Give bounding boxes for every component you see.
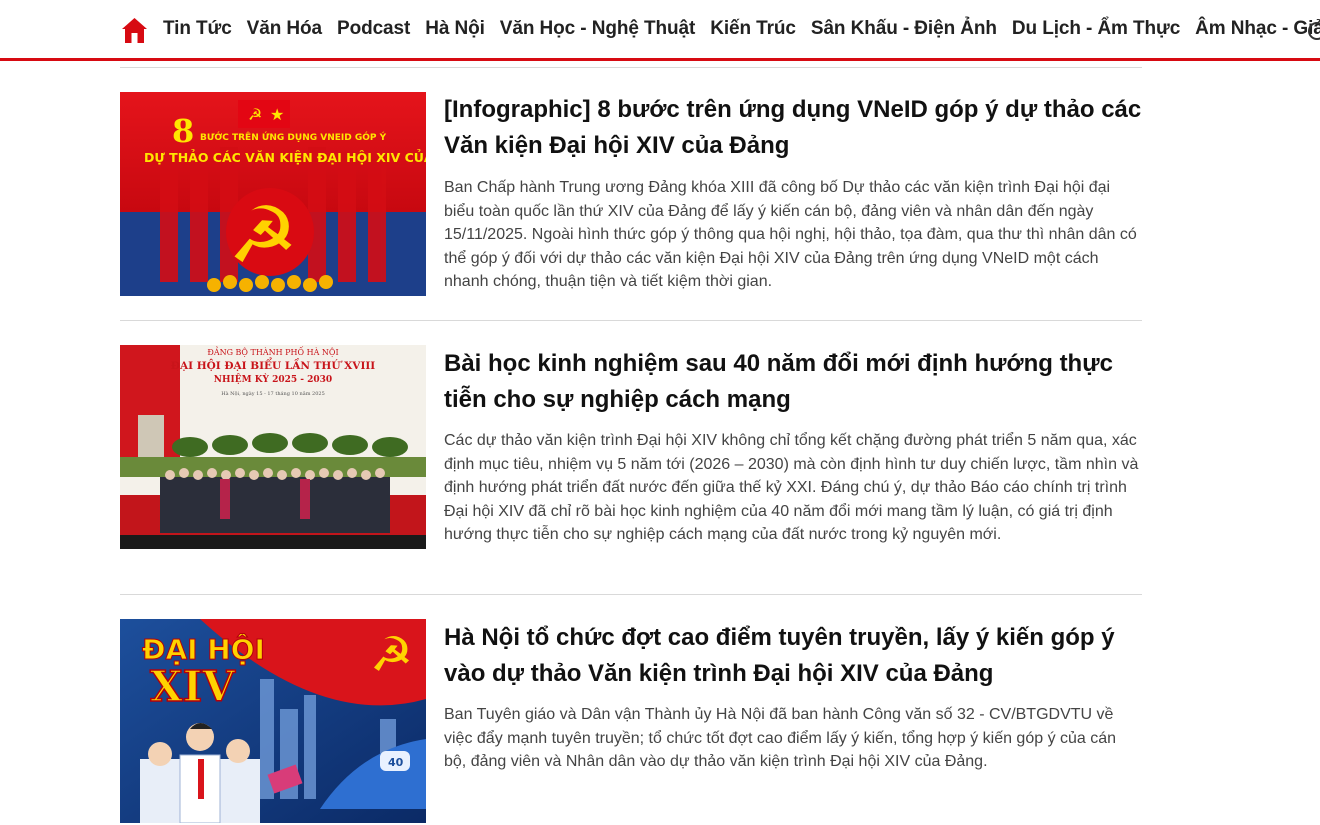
article-summary: Ban Chấp hành Trung ương Đảng khóa XIII … — [444, 179, 1137, 290]
article-summary: Ban Tuyên giáo và Dân vận Thành ủy Hà Nộ… — [444, 706, 1117, 770]
top-navigation: Tin Tức Văn Hóa Podcast Hà Nội Văn Học -… — [0, 0, 1320, 61]
article-thumbnail[interactable]: ĐẢNG BỘ THÀNH PHỐ HÀ NỘI ĐẠI HỘI ĐẠI BIỂ… — [120, 345, 426, 549]
divider — [120, 67, 1142, 68]
article-title[interactable]: Bài học kinh nghiệm sau 40 năm đổi mới đ… — [444, 346, 1144, 418]
image-text: Hà Nội, ngày 15 - 17 tháng 10 năm 2025 — [221, 390, 325, 397]
nav-item-van-hoc-nghe-thuat[interactable]: Văn Học - Nghệ Thuật — [500, 18, 696, 40]
article-title[interactable]: Hà Nội tổ chức đợt cao điểm tuyên truyền… — [444, 620, 1144, 692]
article-summary: Các dự thảo văn kiện trình Đại hội XIV k… — [444, 432, 1139, 543]
article-title[interactable]: [Infographic] 8 bước trên ứng dụng VNeID… — [444, 92, 1144, 164]
article-item: ☭ ĐẠI HỘI XIV 40 Hà Nội tổ chức đợt cao … — [120, 619, 1142, 825]
image-text: 40 — [388, 756, 404, 769]
image-text: NHIỆM KỲ 2025 - 2030 — [214, 373, 332, 385]
nav-item-ha-noi[interactable]: Hà Nội — [425, 18, 485, 40]
nav-item-podcast[interactable]: Podcast — [337, 18, 410, 40]
article-item: ĐẢNG BỘ THÀNH PHỐ HÀ NỘI ĐẠI HỘI ĐẠI BIỂ… — [120, 345, 1142, 555]
nav-item-kien-truc[interactable]: Kiến Trúc — [710, 18, 796, 40]
image-text: ĐẠI HỘI — [142, 632, 265, 666]
nav-item-tin-tuc[interactable]: Tin Tức — [163, 18, 232, 40]
home-icon[interactable] — [121, 17, 148, 44]
nav-item-du-lich-am-thuc[interactable]: Du Lịch - Ẩm Thực — [1012, 18, 1180, 40]
hammer-sickle-icon: ☭ — [370, 627, 413, 683]
article-thumbnail[interactable]: ☭ ĐẠI HỘI XIV 40 — [120, 619, 426, 823]
article-thumbnail[interactable]: ☭ ★ 8 BƯỚC TRÊN ỨNG DỤNG VNEID GÓP Ý DỰ … — [120, 92, 426, 296]
image-text: XIV — [150, 662, 236, 711]
image-headline: BƯỚC TRÊN ỨNG DỤNG VNEID GÓP Ý — [200, 131, 387, 143]
image-number: 8 — [172, 112, 194, 150]
nav-item-am-nhac-giai-tri[interactable]: Âm Nhạc - Giải Trí — [1195, 18, 1320, 40]
hammer-sickle-icon: ☭ — [228, 191, 298, 281]
divider — [120, 594, 1142, 595]
svg-text:☭: ☭ — [248, 105, 262, 124]
svg-text:★: ★ — [270, 105, 284, 124]
nav-menu: Tin Tức Văn Hóa Podcast Hà Nội Văn Học -… — [163, 0, 1320, 58]
image-text: ĐẢNG BỘ THÀNH PHỐ HÀ NỘI — [207, 347, 338, 357]
nav-item-van-hoa[interactable]: Văn Hóa — [247, 18, 322, 40]
more-menu-icon[interactable] — [1308, 22, 1320, 40]
image-headline: DỰ THẢO CÁC VĂN KIỆN ĐẠI HỘI XIV CỦA ĐẢN… — [144, 149, 426, 165]
nav-item-san-khau-dien-anh[interactable]: Sân Khấu - Điện Ảnh — [811, 18, 997, 40]
divider — [120, 320, 1142, 321]
article-item: ☭ ★ 8 BƯỚC TRÊN ỨNG DỤNG VNEID GÓP Ý DỰ … — [120, 92, 1142, 302]
